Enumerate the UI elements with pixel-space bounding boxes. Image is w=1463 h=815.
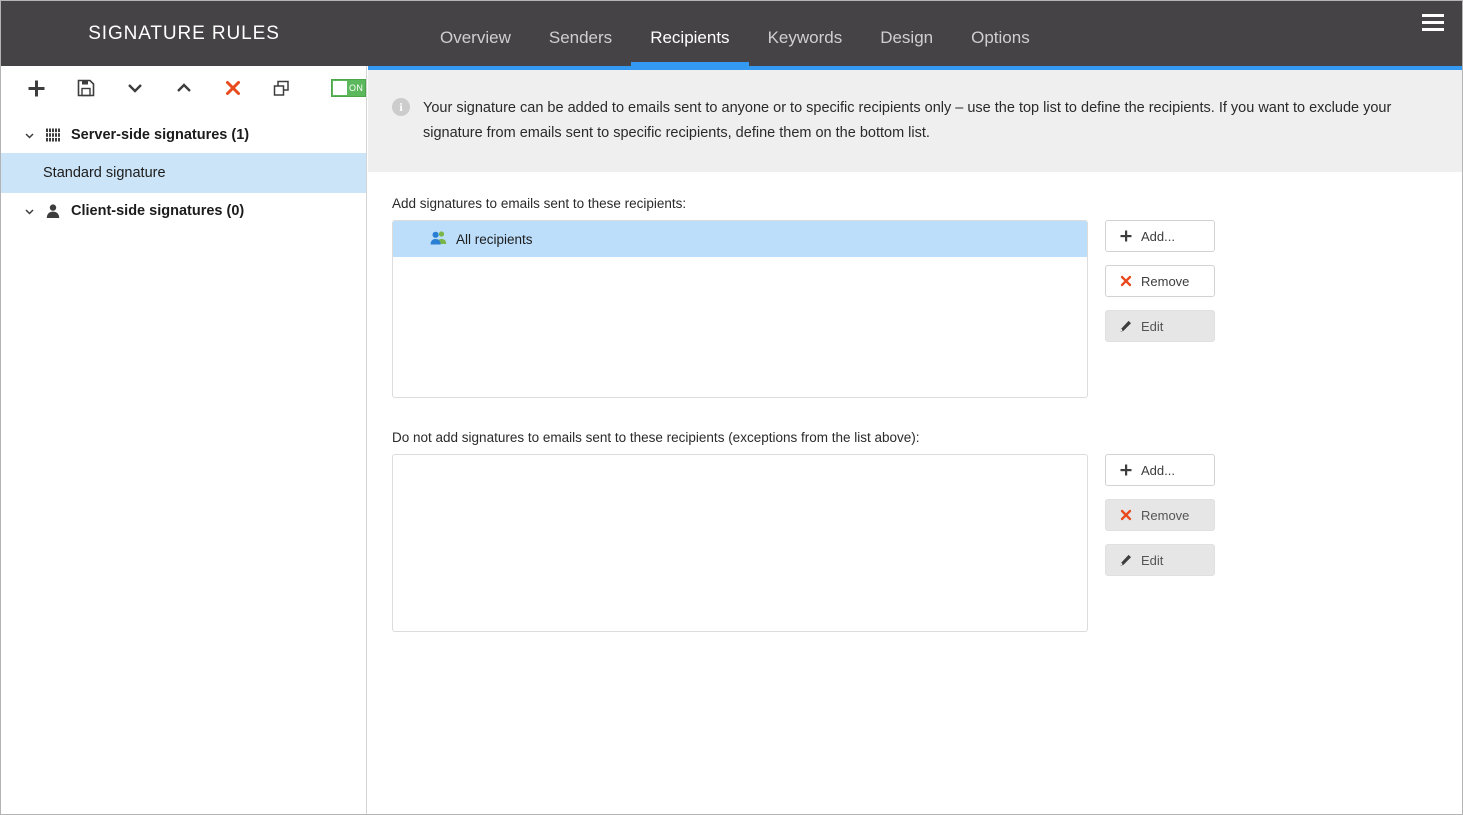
exclude-edit-button[interactable]: Edit bbox=[1105, 544, 1215, 576]
tree-group-server-side[interactable]: Server-side signatures (1) bbox=[1, 117, 366, 153]
exclude-buttons: Add... Remove Edit bbox=[1105, 454, 1215, 576]
tab-overview[interactable]: Overview bbox=[421, 29, 530, 66]
info-banner-text: Your signature can be added to emails se… bbox=[423, 100, 1392, 141]
tree-item-standard-signature[interactable]: Standard signature bbox=[1, 153, 366, 193]
include-edit-button[interactable]: Edit bbox=[1105, 310, 1215, 342]
add-icon[interactable] bbox=[23, 74, 50, 102]
exclude-recipients-list[interactable] bbox=[392, 454, 1088, 632]
hamburger-line bbox=[1421, 14, 1444, 17]
tab-recipients[interactable]: Recipients bbox=[631, 29, 749, 66]
exclude-section-label: Do not add signatures to emails sent to … bbox=[392, 430, 920, 445]
x-icon bbox=[1119, 509, 1132, 522]
plus-icon bbox=[1119, 464, 1132, 477]
hamburger-line bbox=[1421, 28, 1444, 31]
list-item[interactable]: All recipients bbox=[393, 221, 1087, 257]
app-title: SIGNATURE RULES bbox=[88, 22, 280, 44]
hamburger-menu-icon[interactable] bbox=[1401, 1, 1462, 66]
chevron-down-icon[interactable] bbox=[23, 129, 35, 141]
chevron-down-icon[interactable] bbox=[23, 205, 35, 217]
info-banner: i Your signature can be added to emails … bbox=[368, 70, 1462, 172]
app-header: SIGNATURE RULES Overview Senders Recipie… bbox=[1, 1, 1462, 66]
rule-enabled-toggle[interactable]: ON bbox=[331, 79, 367, 97]
people-icon bbox=[430, 230, 447, 248]
include-buttons: Add... Remove Edit bbox=[1105, 220, 1215, 342]
hamburger-line bbox=[1421, 21, 1444, 24]
delete-icon[interactable] bbox=[219, 74, 246, 102]
tab-design[interactable]: Design bbox=[861, 29, 952, 66]
include-add-button[interactable]: Add... bbox=[1105, 220, 1215, 252]
tree-group-label: Server-side signatures (1) bbox=[71, 127, 250, 143]
button-label: Add... bbox=[1141, 462, 1175, 478]
chevron-down-icon[interactable] bbox=[121, 74, 148, 102]
chevron-up-icon[interactable] bbox=[170, 74, 197, 102]
button-label: Edit bbox=[1141, 552, 1164, 568]
exclude-recipients-section: Do not add signatures to emails sent to … bbox=[368, 430, 1462, 632]
button-label: Remove bbox=[1141, 507, 1190, 523]
plus-icon bbox=[1119, 230, 1132, 243]
exclude-remove-button[interactable]: Remove bbox=[1105, 499, 1215, 531]
include-section-label: Add signatures to emails sent to these r… bbox=[392, 196, 687, 211]
include-recipients-section: Add signatures to emails sent to these r… bbox=[368, 196, 1462, 398]
sidebar-toolbar: ON bbox=[1, 66, 367, 111]
tree-item-label: Standard signature bbox=[43, 165, 166, 181]
save-icon[interactable] bbox=[72, 74, 99, 102]
exclude-add-button[interactable]: Add... bbox=[1105, 454, 1215, 486]
info-icon: i bbox=[392, 98, 410, 116]
include-row: All recipients Add... Remove Edit bbox=[392, 220, 1462, 398]
toggle-label: ON bbox=[348, 83, 364, 93]
recipients-panel: i Your signature can be added to emails … bbox=[368, 66, 1462, 814]
exclude-row: Add... Remove Edit bbox=[392, 454, 1462, 632]
list-item-label: All recipients bbox=[456, 231, 533, 247]
tab-keywords[interactable]: Keywords bbox=[749, 29, 862, 66]
tree-group-label: Client-side signatures (0) bbox=[71, 203, 245, 219]
include-recipients-list[interactable]: All recipients bbox=[392, 220, 1088, 398]
tab-senders[interactable]: Senders bbox=[530, 29, 631, 66]
pencil-icon bbox=[1119, 554, 1132, 567]
tab-options[interactable]: Options bbox=[952, 29, 1049, 66]
duplicate-icon[interactable] bbox=[268, 74, 295, 102]
server-icon bbox=[44, 126, 62, 144]
button-label: Add... bbox=[1141, 228, 1175, 244]
user-icon bbox=[44, 202, 62, 220]
button-label: Edit bbox=[1141, 318, 1164, 334]
pencil-icon bbox=[1119, 320, 1132, 333]
signature-rules-sidebar: ON Server-side signatures (1) Standard s… bbox=[1, 66, 367, 814]
tree-group-client-side[interactable]: Client-side signatures (0) bbox=[1, 193, 366, 229]
button-label: Remove bbox=[1141, 273, 1190, 289]
main-tab-bar: Overview Senders Recipients Keywords Des… bbox=[367, 1, 1401, 66]
toggle-knob bbox=[333, 81, 348, 95]
signature-tree: Server-side signatures (1) Standard sign… bbox=[1, 111, 366, 229]
x-icon bbox=[1119, 275, 1132, 288]
include-remove-button[interactable]: Remove bbox=[1105, 265, 1215, 297]
application-window: SIGNATURE RULES Overview Senders Recipie… bbox=[0, 0, 1463, 815]
